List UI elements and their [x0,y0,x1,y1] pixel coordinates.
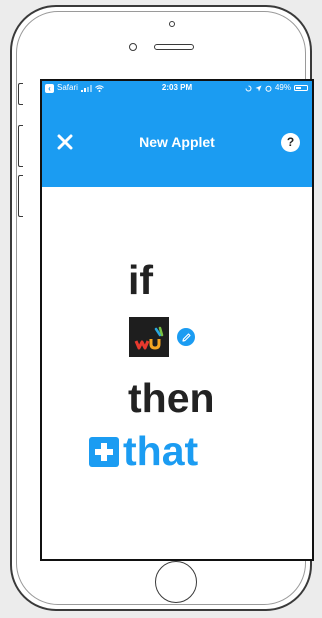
status-bar: ‹ Safari 2:03 PM 49% [42,81,312,95]
battery-icon [294,85,308,91]
then-label: then [128,375,215,421]
proximity-sensor [129,43,137,51]
edit-trigger-button[interactable] [177,328,195,346]
earpiece-speaker [154,44,194,50]
battery-level [296,87,301,89]
rotation-lock-icon [245,85,252,91]
battery-percent: 49% [274,83,291,92]
device-frame-stage: ‹ Safari 2:03 PM 49% New Applet ? if the… [0,0,322,618]
page-title: New Applet [139,134,215,150]
status-right: 49% [245,81,308,95]
plus-icon [89,436,119,467]
volume-down-button [18,175,23,217]
if-label: if [128,257,154,303]
that-label: that [123,428,199,474]
weather-underground-logo[interactable] [129,317,169,357]
alarm-icon [265,85,272,92]
help-button[interactable]: ? [281,133,300,152]
front-camera [169,21,175,27]
phone-frame: ‹ Safari 2:03 PM 49% New Applet ? if the… [10,5,314,611]
weather-underground-logo-icon [129,317,169,357]
trigger-service-row [129,317,195,357]
header-bar: New Applet ? [42,95,312,187]
volume-up-button [18,125,23,167]
mute-switch [18,83,23,105]
applet-builder: if then that [42,187,312,559]
pencil-icon [181,332,191,342]
add-action-button[interactable]: that [89,431,198,472]
location-icon [255,85,262,91]
home-button[interactable] [155,561,197,603]
screen: ‹ Safari 2:03 PM 49% New Applet ? if the… [40,79,314,561]
